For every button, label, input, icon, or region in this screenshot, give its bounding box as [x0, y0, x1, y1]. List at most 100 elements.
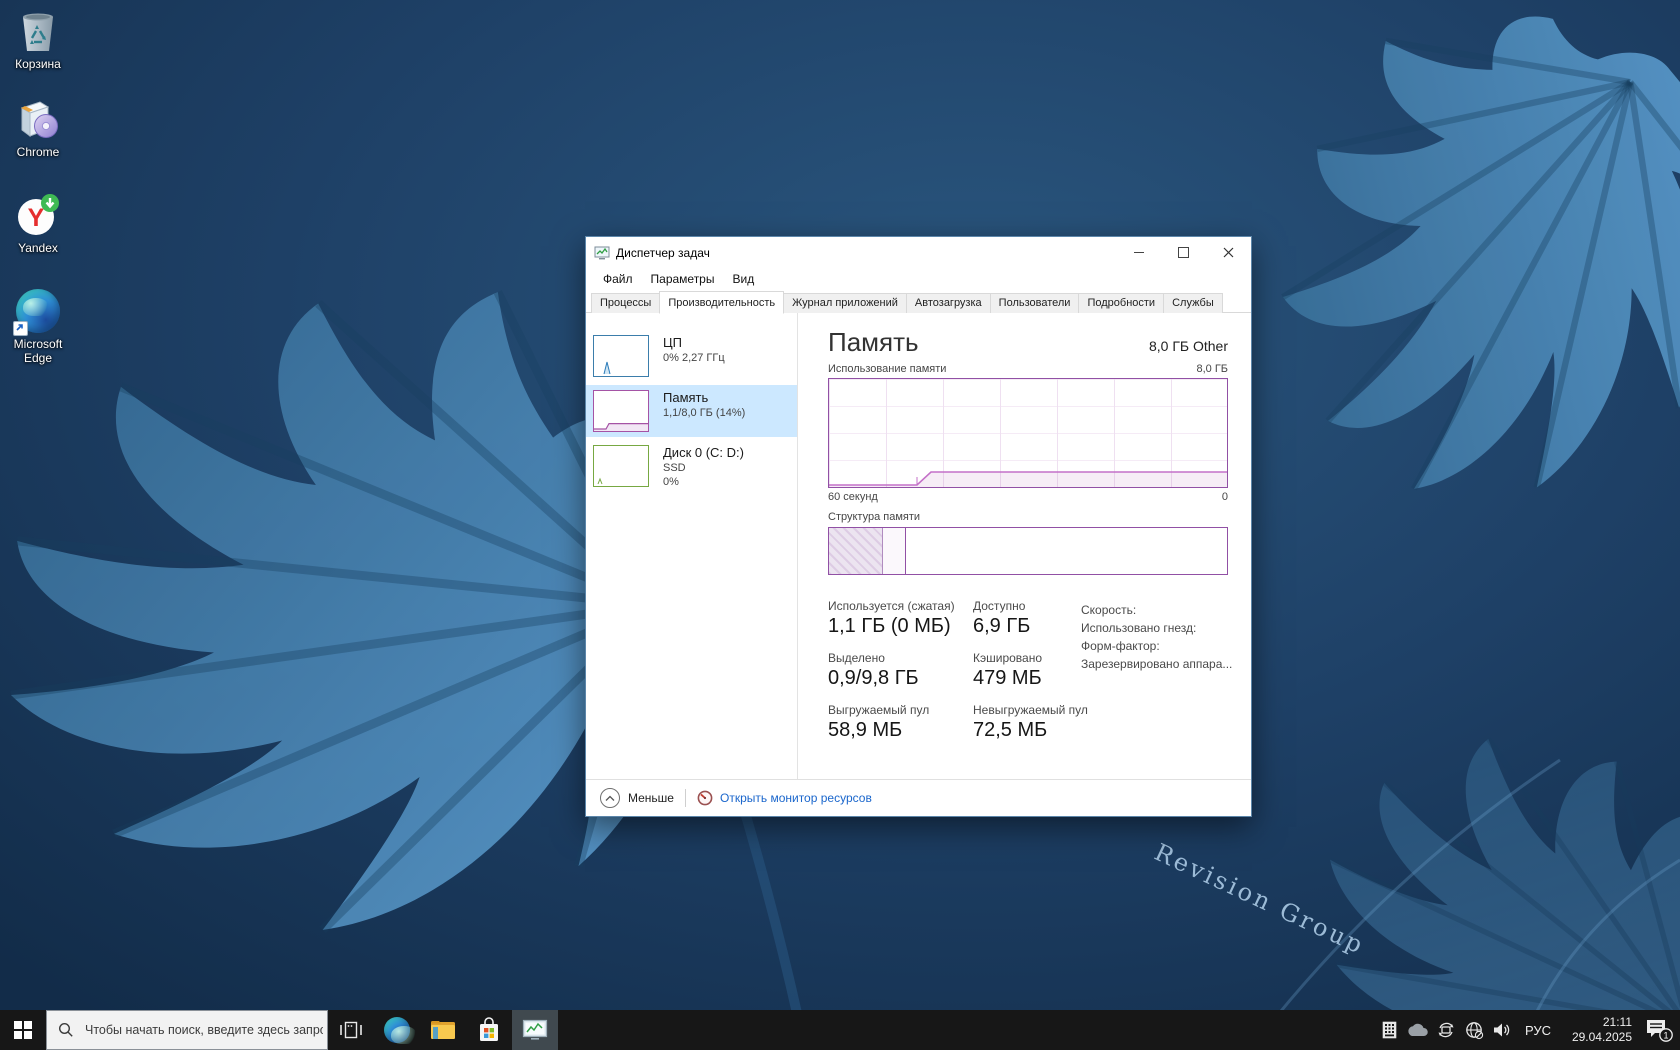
sync-button[interactable]	[1432, 1010, 1460, 1050]
taskbar-spacer	[558, 1010, 1376, 1050]
tab-users[interactable]: Пользователи	[990, 293, 1080, 313]
stat-value: 1,1 ГБ (0 МБ)	[828, 615, 973, 638]
touch-keyboard-icon	[1382, 1021, 1397, 1039]
tab-services[interactable]: Службы	[1163, 293, 1223, 313]
menu-file[interactable]: Файл	[594, 270, 642, 288]
task-manager-icon	[522, 1018, 548, 1042]
taskbar-edge-button[interactable]	[374, 1010, 420, 1050]
sidebar-item-disk[interactable]: Диск 0 (C: D:) SSD 0%	[586, 440, 797, 494]
tab-processes[interactable]: Процессы	[591, 293, 660, 313]
minimize-icon	[1134, 252, 1144, 253]
titlebar: Диспетчер задач	[586, 237, 1251, 268]
onedrive-icon	[1406, 1023, 1428, 1037]
memory-total: 8,0 ГБ Other	[1149, 338, 1228, 357]
time-axis-zero: 0	[1222, 491, 1228, 503]
volume-icon	[1493, 1022, 1513, 1038]
shortcut-arrow-icon	[13, 321, 28, 336]
desktop: Корзина Chrome Y Yand	[0, 0, 1680, 1050]
stat-value: 58,9 МБ	[828, 719, 973, 742]
taskbar-file-explorer-button[interactable]	[420, 1010, 466, 1050]
onedrive-button[interactable]	[1402, 1010, 1432, 1050]
stat-label: Используется (сжатая)	[828, 599, 973, 613]
edge-icon	[15, 288, 61, 334]
info-line: Форм-фактор:	[1081, 637, 1232, 655]
network-offline-icon	[1465, 1021, 1484, 1040]
time-axis-label: 60 секунд	[828, 491, 878, 503]
info-line: Скорость:	[1081, 601, 1232, 619]
stat-value: 0,9/9,8 ГБ	[828, 667, 973, 690]
tab-details[interactable]: Подробности	[1078, 293, 1164, 313]
usage-chart-label: Использование памяти	[828, 363, 946, 375]
composition-label: Структура памяти	[828, 511, 1228, 523]
desktop-icon-recycle-bin[interactable]: Корзина	[0, 8, 76, 71]
chevron-up-icon	[600, 788, 620, 808]
start-button[interactable]	[0, 1010, 46, 1050]
info-line: Зарезервировано аппара...	[1081, 655, 1232, 673]
memory-mini-graph	[593, 390, 649, 432]
action-center-icon: 1	[1644, 1017, 1674, 1043]
menu-options[interactable]: Параметры	[642, 270, 724, 288]
volume-button[interactable]	[1488, 1010, 1518, 1050]
tab-performance[interactable]: Производительность	[659, 291, 784, 314]
taskbar-search[interactable]	[46, 1010, 328, 1050]
usage-chart-max: 8,0 ГБ	[1196, 363, 1228, 375]
window-footer: Меньше Открыть монитор ресурсов	[586, 779, 1251, 816]
desktop-icon-label: Yandex	[0, 241, 76, 255]
hardware-info-column: Скорость: Использовано гнезд: Форм-факто…	[1081, 601, 1232, 673]
panel-title: Память	[828, 327, 919, 357]
disk-percent: 0%	[663, 475, 744, 489]
desktop-icon-yandex[interactable]: Y Yandex	[0, 192, 76, 255]
memory-stats: Используется (сжатая) 1,1 ГБ (0 МБ) Дост…	[828, 599, 1228, 755]
stat-label: Невыгружаемый пул	[973, 703, 1228, 717]
memory-composition-bar	[828, 527, 1228, 575]
menu-view[interactable]: Вид	[723, 270, 763, 288]
open-resource-monitor-link[interactable]: Открыть монитор ресурсов	[697, 790, 872, 806]
taskbar-store-button[interactable]	[466, 1010, 512, 1050]
memory-panel: Память 8,0 ГБ Other Использование памяти…	[798, 313, 1253, 779]
yandex-browser-icon: Y	[15, 192, 61, 238]
action-center-button[interactable]: 1	[1638, 1010, 1680, 1050]
maximize-icon	[1178, 247, 1189, 258]
task-view-button[interactable]	[328, 1010, 374, 1050]
desktop-icon-label: Microsoft Edge	[0, 337, 76, 365]
desktop-icon-chrome[interactable]: Chrome	[0, 96, 76, 159]
stat-value: 72,5 МБ	[973, 719, 1228, 742]
resource-monitor-label: Открыть монитор ресурсов	[720, 791, 872, 805]
memory-usage-graph	[828, 378, 1228, 488]
task-view-icon	[339, 1020, 363, 1040]
search-input[interactable]	[83, 1022, 325, 1038]
tab-startup[interactable]: Автозагрузка	[906, 293, 991, 313]
performance-sidebar: ЦП 0% 2,27 ГГц Память 1,1/8,0 ГБ (14%)	[586, 313, 798, 779]
fewer-details-button[interactable]: Меньше	[600, 788, 674, 808]
svg-text:1: 1	[1663, 1030, 1668, 1040]
maximize-button[interactable]	[1161, 237, 1206, 268]
file-explorer-icon	[429, 1018, 457, 1042]
edge-icon	[384, 1017, 410, 1043]
cpu-title: ЦП	[663, 335, 725, 351]
windows-logo-icon	[14, 1021, 32, 1039]
taskbar-clock[interactable]: 21:11 29.04.2025	[1558, 1010, 1638, 1050]
taskbar: РУС 21:11 29.04.2025 1	[0, 1010, 1680, 1050]
sidebar-item-cpu[interactable]: ЦП 0% 2,27 ГГц	[586, 330, 797, 382]
stat-label: Выделено	[828, 651, 973, 665]
task-manager-app-icon	[594, 245, 610, 261]
disk-mini-graph	[593, 445, 649, 487]
desktop-icon-edge[interactable]: Microsoft Edge	[0, 288, 76, 365]
minimize-button[interactable]	[1116, 237, 1161, 268]
window-title: Диспетчер задач	[616, 246, 1116, 260]
touch-keyboard-button[interactable]	[1376, 1010, 1402, 1050]
close-button[interactable]	[1206, 237, 1251, 268]
close-icon	[1223, 247, 1234, 258]
network-button[interactable]	[1460, 1010, 1488, 1050]
resource-monitor-icon	[697, 790, 713, 806]
fewer-details-label: Меньше	[628, 791, 674, 805]
search-icon	[58, 1022, 74, 1038]
memory-modified-segment	[883, 528, 906, 574]
clock-time: 21:11	[1603, 1015, 1632, 1030]
language-indicator[interactable]: РУС	[1518, 1010, 1558, 1050]
menubar: Файл Параметры Вид	[586, 268, 1251, 290]
sidebar-item-memory[interactable]: Память 1,1/8,0 ГБ (14%)	[586, 385, 797, 437]
taskbar-task-manager-button[interactable]	[512, 1010, 558, 1050]
store-icon	[477, 1017, 501, 1043]
tab-app-history[interactable]: Журнал приложений	[783, 293, 907, 313]
